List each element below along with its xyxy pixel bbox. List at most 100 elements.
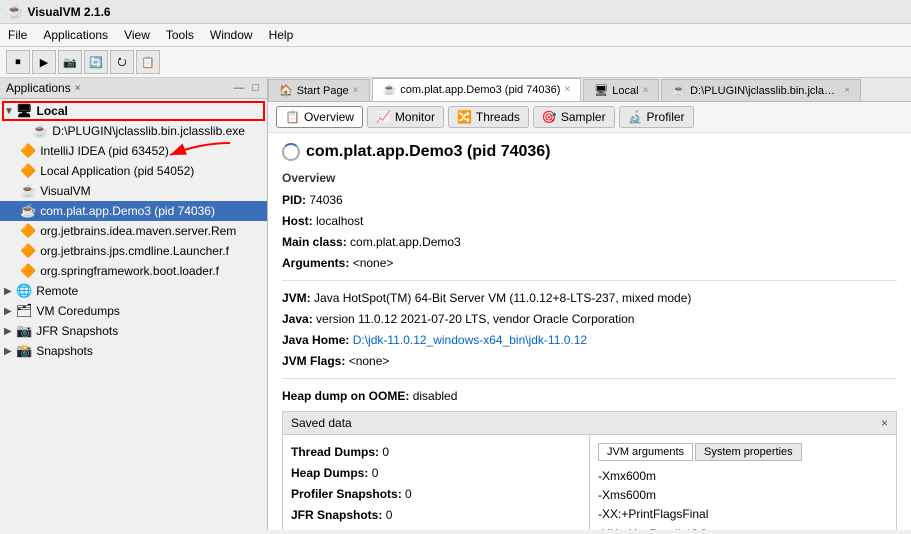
- tab-demo3-icon: ☕: [383, 83, 397, 96]
- local-icon: 🖥: [16, 103, 33, 119]
- menu-help[interactable]: Help: [261, 26, 302, 44]
- panel-controls: — □: [231, 82, 261, 94]
- tab-local-close[interactable]: ×: [643, 85, 649, 96]
- tree-item-snapshots[interactable]: ▶ 📸 Snapshots: [0, 341, 267, 361]
- tree-item-local[interactable]: ▼ 🖥 Local: [0, 101, 267, 121]
- heap-dumps-value: 0: [372, 466, 379, 480]
- tree-label-demo3: com.plat.app.Demo3 (pid 74036): [40, 204, 215, 218]
- jvmflags-value: <none>: [349, 354, 390, 368]
- tab-local[interactable]: 🖥 Local ×: [583, 79, 659, 101]
- inner-tab-sampler-label: Sampler: [561, 110, 606, 124]
- tree-item-vmcoredumps[interactable]: ▶ 🗂 VM Coredumps: [0, 301, 267, 321]
- inner-tab-threads[interactable]: 🔀 Threads: [448, 106, 529, 128]
- tree-item-maven[interactable]: 🔶 org.jetbrains.idea.maven.server.Rem: [0, 221, 267, 241]
- pid-row: PID: 74036: [282, 191, 897, 209]
- tree-item-visualvm[interactable]: ☕ VisualVM: [0, 181, 267, 201]
- toolbar-btn-5[interactable]: ⭮: [110, 50, 134, 74]
- inner-tab-profiler-icon: 🔬: [628, 110, 643, 124]
- tree-item-spring[interactable]: 🔶 org.springframework.boot.loader.f: [0, 261, 267, 281]
- tab-demo3[interactable]: ☕ com.plat.app.Demo3 (pid 74036) ×: [372, 78, 582, 101]
- tab-demo3-close[interactable]: ×: [564, 84, 570, 95]
- tree-item-remote[interactable]: ▶ 🌐 Remote: [0, 281, 267, 301]
- heapdump-value: disabled: [413, 389, 458, 403]
- inner-tab-sampler[interactable]: 🎯 Sampler: [533, 106, 615, 128]
- menu-file[interactable]: File: [0, 26, 35, 44]
- panel-close-tab[interactable]: ×: [75, 83, 81, 94]
- menu-bar: File Applications View Tools Window Help: [0, 24, 911, 47]
- jvm-tab-properties[interactable]: System properties: [695, 443, 802, 461]
- tree-item-jclasslib[interactable]: ☕ D:\PLUGIN\jclasslib.bin.jclasslib.exe: [0, 121, 267, 141]
- tree-item-intellij[interactable]: 🔶 IntelliJ IDEA (pid 63452): [0, 141, 267, 161]
- tree-label-localapp: Local Application (pid 54052): [40, 164, 194, 178]
- tree-label-cmdline: org.jetbrains.jps.cmdline.Launcher.f: [40, 244, 229, 258]
- localapp-icon: 🔶: [20, 163, 36, 179]
- loading-icon: [282, 143, 300, 161]
- tree-area: ▼ 🖥 Local ☕ D:\PLUGIN\jclasslib.bin.jcla…: [0, 99, 267, 530]
- toolbar-btn-3[interactable]: 📷: [58, 50, 82, 74]
- jvm-value: Java HotSpot(TM) 64-Bit Server VM (11.0.…: [314, 291, 691, 305]
- heap-dumps-row: Heap Dumps: 0: [291, 464, 581, 482]
- tree-label-remote: Remote: [36, 284, 78, 298]
- toolbar-btn-4[interactable]: 🔄: [84, 50, 108, 74]
- thread-dumps-label: Thread Dumps:: [291, 445, 379, 459]
- overview-section-label: Overview: [282, 171, 897, 185]
- jvm-tab-arguments[interactable]: JVM arguments: [598, 443, 693, 461]
- saved-data-right: JVM arguments System properties -Xmx600m…: [590, 435, 896, 530]
- menu-tools[interactable]: Tools: [158, 26, 202, 44]
- heapdump-label: Heap dump on OOME:: [282, 389, 409, 403]
- mainclass-row: Main class: com.plat.app.Demo3: [282, 233, 897, 251]
- tree-item-jfrsnapshots[interactable]: ▶ 📷 JFR Snapshots: [0, 321, 267, 341]
- jvm-tabs: JVM arguments System properties: [598, 443, 888, 461]
- jfr-snapshots-row: JFR Snapshots: 0: [291, 506, 581, 524]
- vmcoredumps-icon: 🗂: [16, 303, 33, 319]
- panel-restore[interactable]: □: [250, 82, 261, 94]
- jvm-label: JVM:: [282, 291, 311, 305]
- panel-header: Applications × — □: [0, 78, 267, 99]
- mainclass-value: com.plat.app.Demo3: [350, 235, 461, 249]
- menu-view[interactable]: View: [116, 26, 158, 44]
- tab-bar: 🏠 Start Page × ☕ com.plat.app.Demo3 (pid…: [268, 78, 911, 102]
- tree-item-cmdline[interactable]: 🔶 org.jetbrains.jps.cmdline.Launcher.f: [0, 241, 267, 261]
- menu-applications[interactable]: Applications: [35, 26, 116, 44]
- mainclass-label: Main class:: [282, 235, 347, 249]
- right-panel: 🏠 Start Page × ☕ com.plat.app.Demo3 (pid…: [268, 78, 911, 530]
- pid-value: 74036: [309, 193, 342, 207]
- inner-tab-monitor[interactable]: 📈 Monitor: [367, 106, 444, 128]
- panel-minimize[interactable]: —: [231, 82, 246, 94]
- jfr-snapshots-value: 0: [386, 508, 393, 522]
- toolbar-btn-6[interactable]: 📋: [136, 50, 160, 74]
- inner-tab-overview[interactable]: 📋 Overview: [276, 106, 363, 128]
- menu-window[interactable]: Window: [202, 26, 261, 44]
- tab-start[interactable]: 🏠 Start Page ×: [268, 79, 370, 101]
- inner-tab-threads-label: Threads: [476, 110, 520, 124]
- jvmarg-2: -XX:+PrintFlagsFinal: [598, 505, 888, 524]
- tree-label-intellij: IntelliJ IDEA (pid 63452): [40, 144, 169, 158]
- thread-dumps-row: Thread Dumps: 0: [291, 443, 581, 461]
- tree-label-visualvm: VisualVM: [40, 184, 90, 198]
- heapdump-row: Heap dump on OOME: disabled: [282, 387, 897, 405]
- inner-tab-profiler[interactable]: 🔬 Profiler: [619, 106, 694, 128]
- tree-label-local: Local: [37, 104, 68, 118]
- tree-item-demo3[interactable]: ☕ com.plat.app.Demo3 (pid 74036): [0, 201, 267, 221]
- jvmarg-1: -Xms600m: [598, 486, 888, 505]
- jvmflags-row: JVM Flags: <none>: [282, 352, 897, 370]
- inner-tab-overview-icon: 📋: [285, 110, 300, 124]
- saved-data-close[interactable]: ×: [881, 416, 888, 430]
- arguments-row: Arguments: <none>: [282, 254, 897, 272]
- tab-jclasslib[interactable]: ☕ D:\PLUGIN\jclasslib.bin.jclasslib.exe …: [661, 79, 861, 101]
- saved-data-title: Saved data: [291, 416, 352, 430]
- tab-start-close[interactable]: ×: [353, 85, 359, 96]
- left-panel: Applications × — □ ▼ 🖥 Local: [0, 78, 268, 530]
- toolbar-btn-1[interactable]: ⏹: [6, 50, 30, 74]
- tab-jclasslib-close[interactable]: ×: [844, 85, 850, 96]
- javahome-label: Java Home:: [282, 333, 349, 347]
- remote-icon: 🌐: [16, 283, 32, 299]
- maven-icon: 🔶: [20, 223, 36, 239]
- app-title-text: com.plat.app.Demo3 (pid 74036): [306, 143, 551, 161]
- tab-local-icon: 🖥: [594, 84, 608, 97]
- tab-jclasslib-label: D:\PLUGIN\jclasslib.bin.jclasslib.exe: [690, 85, 840, 97]
- toolbar-btn-2[interactable]: ▶: [32, 50, 56, 74]
- saved-data-area: Saved data × Thread Dumps: 0 Heap Dumps:…: [282, 411, 897, 530]
- arguments-label: Arguments:: [282, 256, 349, 270]
- tree-item-localapp[interactable]: 🔶 Local Application (pid 54052): [0, 161, 267, 181]
